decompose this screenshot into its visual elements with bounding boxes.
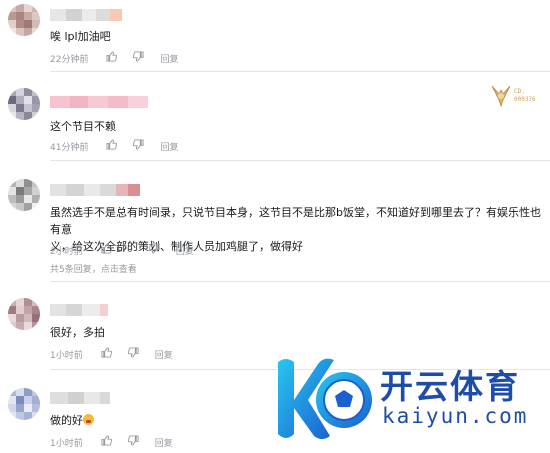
avatar[interactable] bbox=[8, 388, 40, 420]
sub-replies: 共5条回复，点击查看 bbox=[50, 265, 137, 275]
thumb-up-icon[interactable] bbox=[106, 51, 118, 65]
divider bbox=[50, 160, 550, 161]
k-ball-logo-icon bbox=[278, 358, 372, 439]
comment-time: 2小时前 bbox=[50, 246, 83, 257]
comment-item: 虽然选手不是总有时间录，只说节目本身，这节目不是比那b饭堂，不知道好到哪里去了？… bbox=[0, 168, 550, 284]
thumb-down-icon[interactable] bbox=[127, 347, 139, 361]
thumb-up-icon[interactable] bbox=[101, 435, 112, 449]
comment-text: 唉 lpl加油吧 bbox=[50, 30, 111, 43]
badge-emblem-icon bbox=[491, 85, 511, 108]
comment-item: 唉 lpl加油吧 22分钟前 回复 bbox=[0, 0, 550, 72]
thumb-down-icon[interactable] bbox=[133, 51, 144, 65]
thumb-up-icon[interactable] bbox=[101, 347, 112, 361]
reply-button[interactable]: 回复 bbox=[176, 244, 194, 257]
comment-time: 41分钟前 bbox=[50, 142, 89, 153]
fan-badge: CD. 000376 bbox=[490, 84, 546, 110]
comment-time: 1小时前 bbox=[50, 350, 83, 361]
emoji-icon bbox=[83, 414, 94, 425]
reply-button[interactable]: 回复 bbox=[155, 348, 173, 361]
comment-item: 这个节目不赖 41分钟前 回复 bbox=[0, 72, 550, 168]
thumb-down-icon[interactable] bbox=[148, 243, 160, 257]
comment-meta: 1小时前 回复 bbox=[50, 347, 173, 361]
comment-text: 做的好 bbox=[50, 412, 94, 429]
watermark-en: kaiyun.com bbox=[382, 404, 529, 428]
view-replies-link[interactable]: 点击查看 bbox=[101, 265, 137, 275]
watermark-cn: 开云体育 bbox=[380, 367, 520, 406]
comment-text: 这个节目不赖 bbox=[50, 120, 116, 133]
thumb-down-icon[interactable] bbox=[133, 139, 144, 153]
avatar[interactable] bbox=[8, 88, 40, 120]
username[interactable] bbox=[50, 304, 108, 316]
reply-button[interactable]: 回复 bbox=[155, 436, 173, 449]
reply-button[interactable]: 回复 bbox=[160, 52, 178, 65]
reply-button[interactable]: 回复 bbox=[160, 140, 178, 153]
avatar[interactable] bbox=[8, 179, 40, 211]
comment-text: 很好，多拍 bbox=[50, 326, 105, 339]
divider bbox=[50, 281, 550, 282]
username[interactable] bbox=[50, 9, 122, 21]
username[interactable] bbox=[50, 96, 148, 108]
thumb-up-icon[interactable] bbox=[106, 139, 118, 153]
username[interactable] bbox=[50, 184, 140, 196]
comment-meta: 1小时前 回复 bbox=[50, 435, 173, 449]
like-count: 170 bbox=[115, 245, 133, 255]
comment-meta: 22分钟前 回复 bbox=[50, 51, 178, 65]
watermark-logo: 开云体育 kaiyun.com bbox=[272, 354, 550, 444]
thumb-down-icon[interactable] bbox=[127, 435, 139, 449]
comment-meta: 41分钟前 回复 bbox=[50, 139, 178, 153]
avatar[interactable] bbox=[8, 298, 40, 330]
badge-label: CD. 000376 bbox=[514, 88, 536, 103]
comment-time: 1小时前 bbox=[50, 438, 83, 449]
thumb-up-icon[interactable] bbox=[101, 243, 112, 257]
comment-meta: 2小时前 170 回复 bbox=[50, 243, 194, 257]
username[interactable] bbox=[50, 392, 110, 404]
comment-time: 22分钟前 bbox=[50, 54, 89, 65]
avatar[interactable] bbox=[8, 4, 40, 36]
